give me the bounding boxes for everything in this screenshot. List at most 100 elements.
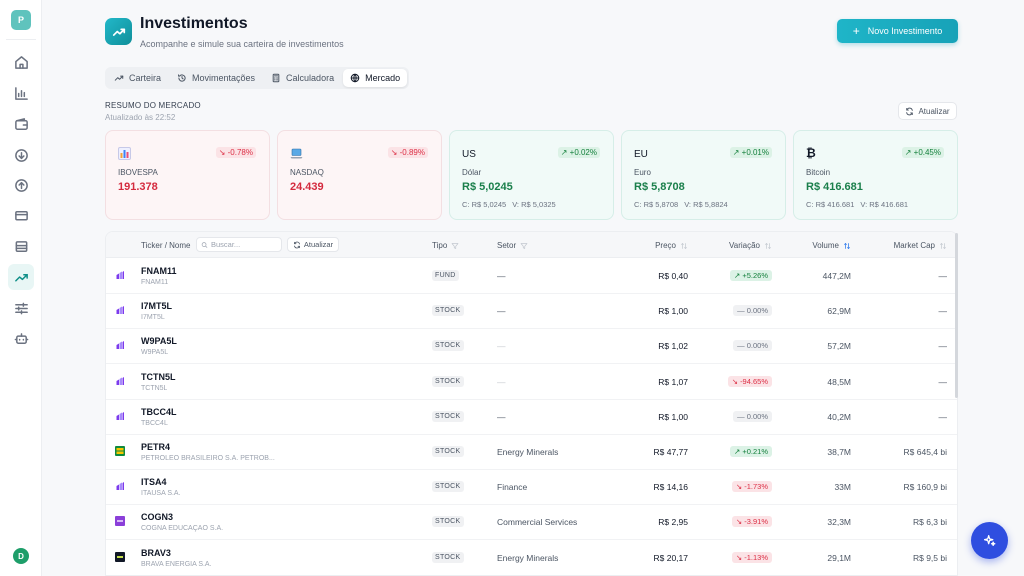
variation-badge: ↘ -1.73% [731,481,772,493]
table-header: Ticker / Nome Atualizar Tipo Setor Preço… [106,232,957,258]
volume: 38,7M [827,447,851,457]
market-cap: R$ 6,3 bi [912,517,947,528]
table-row[interactable]: TBCC4L TBCC4L STOCK — R$ 1,00 — 0.00% 40,2M — [106,400,957,435]
sidebar-divider [6,39,36,40]
sector: — [497,376,506,387]
price: R$ 14,16 [653,482,689,493]
variation-value: 0.00% [746,341,768,351]
variation-value: -3.91% [744,517,768,527]
variation-value: -94.65% [740,376,768,386]
column-variacao[interactable]: Variação [729,241,772,250]
ask-value: V: R$ 416.681 [860,200,909,209]
sidebar: P D [0,0,42,576]
search-icon [201,241,208,248]
sort-icon[interactable] [939,242,947,250]
type-badge: STOCK [432,410,464,422]
market-card-nasdaq[interactable]: ↘ -0.89% NASDAQ 24.439 [277,130,442,220]
price: R$ 47,77 [653,447,689,457]
variation-value: 0.00% [746,411,768,421]
table-row[interactable]: ITSA4 ITAUSA S.A. STOCK Finance R$ 14,16 ↘ -1… [106,470,957,506]
company-name: FNAM11 [141,279,169,286]
volume: 57,2M [827,341,851,352]
market-card-bitcoin[interactable]: ₿ ↗ +0.45% Bitcoin R$ 416.681 C: R$ 416.… [793,130,958,220]
market-card-ibovespa[interactable]: ↘ -0.78% IBOVESPA 191.378 [105,130,270,220]
tab-calculadora[interactable]: Calculadora [264,69,341,87]
market-updated-time: Atualizado às 22:52 [105,113,176,122]
variation-badge: — 0.00% [733,410,772,422]
table-row[interactable]: FNAM11 FNAM11 FUND — R$ 0,40 ↗ +5.26% 447,2M — [106,259,957,294]
company-logo-icon [115,516,125,527]
bar-chart-icon[interactable] [8,80,34,106]
credit-card-icon[interactable] [8,202,34,228]
tab-movimentacoes[interactable]: Movimentações [170,69,262,87]
user-avatar[interactable]: D [13,548,29,564]
market-cap: R$ 9,5 bi [912,552,947,563]
table-row[interactable]: PETR4 PETROLEO BRASILEIRO S.A. PETROB... S… [106,435,957,470]
volume: 40,2M [827,411,851,422]
change-badge: ↗ +0.45% [901,147,944,158]
volume: 447,2M [822,271,851,281]
sort-desc-icon[interactable] [843,242,851,250]
table-row[interactable]: BRAV3 BRAVA ENERGIA S.A. STOCK Energy Miner… [106,541,957,575]
table-row[interactable]: I7MT5L I7MT5L STOCK — R$ 1,00 — 0.00% 62,9M — [106,294,957,330]
type-badge: STOCK [432,516,464,528]
market-card-euro[interactable]: EU ↗ +0.01% Euro R$ 5,8708 C: R$ 5,8708 … [621,130,786,220]
sliders-icon[interactable] [8,295,34,321]
globe-icon [350,73,360,83]
variation-badge: ↗ +0.21% [729,446,772,457]
variation-value: +0.21% [742,447,768,456]
company-logo-icon [115,340,125,350]
change-badge: ↗ +0.02% [557,147,600,158]
table-refresh-button[interactable]: Atualizar [287,237,339,252]
market-refresh-button[interactable]: Atualizar [898,102,957,120]
refresh-label: Atualizar [918,106,950,116]
currency-name: Dólar [462,168,482,177]
table-row[interactable]: TCTN5L TCTN5L STOCK — R$ 1,07 ↘ -94.65% 48,5M — [106,365,957,400]
variation-value: 0.00% [746,306,768,316]
ticker-symbol: BRAV3 [141,547,171,558]
bid-ask: C: R$ 5,0245 V: R$ 5,0325 [462,200,556,209]
tab-mercado[interactable]: Mercado [343,69,408,87]
ticker-symbol: W9PA5L [141,336,177,347]
bid-value: C: R$ 416.681 [806,200,855,209]
price: R$ 1,02 [658,341,688,352]
column-market-cap[interactable]: Market Cap [894,241,947,250]
tab-label: Carteira [129,73,162,83]
arrow-up-circle-icon[interactable] [8,172,34,198]
change-badge: ↗ +0.01% [729,147,772,158]
wallet-icon[interactable] [8,111,34,137]
new-investment-label: Novo Investimento [867,26,943,36]
volume: 29,1M [827,552,851,563]
column-setor[interactable]: Setor [497,241,528,250]
new-investment-button[interactable]: + Novo Investimento [837,19,958,43]
index-name: IBOVESPA [118,168,158,177]
column-volume[interactable]: Volume [812,241,851,250]
sort-icon[interactable] [764,242,772,250]
sector: Finance [497,482,528,493]
history-icon [178,74,186,82]
market-card-dolar[interactable]: US ↗ +0.02% Dólar R$ 5,0245 C: R$ 5,0245… [449,130,614,220]
filter-icon[interactable] [520,242,528,250]
sort-icon[interactable] [680,242,688,250]
table-scrollbar[interactable] [955,233,958,398]
trending-up-icon[interactable] [8,264,34,290]
tab-carteira[interactable]: Carteira [107,69,168,87]
table-row[interactable]: W9PA5L W9PA5L STOCK — R$ 1,02 — 0.00% 57,2M — [106,329,957,365]
search-input[interactable] [211,240,281,249]
laptop-emoji-icon [290,148,303,159]
filter-icon[interactable] [451,242,459,250]
ai-assistant-button[interactable] [971,522,1008,559]
home-icon[interactable] [8,49,34,75]
bot-icon[interactable] [8,325,34,351]
workspace-avatar[interactable]: P [11,10,31,30]
column-tipo[interactable]: Tipo [432,241,459,250]
column-ticker[interactable]: Ticker / Nome [141,241,191,250]
arrow-down-circle-icon[interactable] [8,142,34,168]
archive-icon[interactable] [8,233,34,259]
table-row[interactable]: COGN3 COGNA EDUCAÇÃO S.A. STOCK Commercial … [106,505,957,541]
currency-code: US [462,149,476,160]
search-field[interactable] [196,237,282,252]
column-preco[interactable]: Preço [655,241,688,250]
ticker-symbol: I7MT5L [141,301,173,312]
variation-value: +5.26% [742,271,768,280]
